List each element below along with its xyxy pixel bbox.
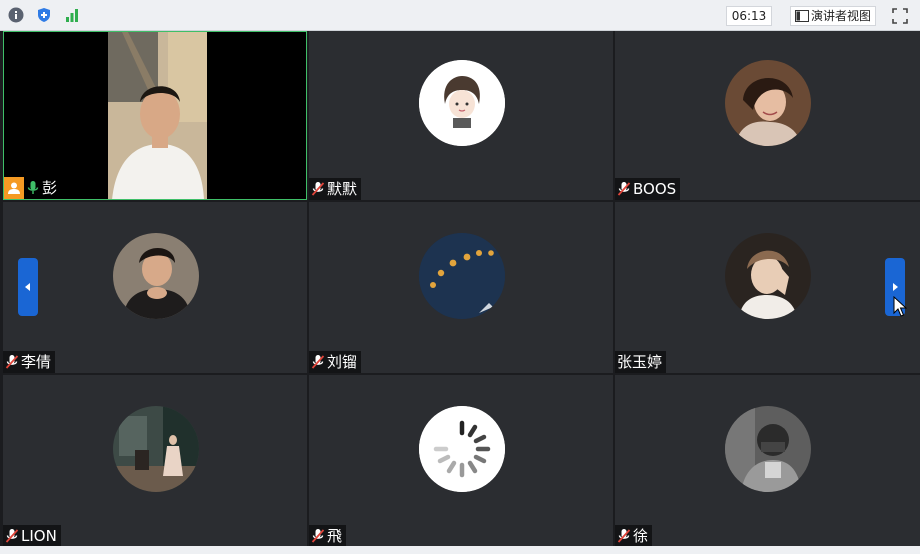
participant-tile[interactable]: 李倩 bbox=[3, 202, 307, 373]
participant-avatar bbox=[419, 406, 505, 492]
mic-muted-icon bbox=[311, 355, 325, 369]
chevron-left-icon bbox=[25, 283, 30, 291]
participant-avatar bbox=[419, 233, 505, 319]
previous-page-button[interactable] bbox=[18, 258, 38, 316]
shield-icon[interactable] bbox=[36, 7, 52, 23]
bottom-toolbar-edge bbox=[0, 546, 920, 554]
participant-avatar bbox=[725, 406, 811, 492]
mic-muted-icon bbox=[5, 355, 19, 369]
participant-tile[interactable]: 飛 bbox=[309, 375, 613, 547]
mic-muted-icon bbox=[5, 529, 19, 543]
participant-avatar bbox=[113, 233, 199, 319]
layout-icon bbox=[795, 10, 809, 22]
participant-tile[interactable]: 刘镏 bbox=[309, 202, 613, 373]
participant-name: 张玉婷 bbox=[617, 353, 663, 371]
participant-grid: 彭 默默 BOOS 李倩 刘镏 张玉婷 LION 飛 徐 bbox=[0, 31, 920, 554]
mic-muted-icon bbox=[617, 529, 631, 543]
mic-muted-icon bbox=[617, 182, 631, 196]
participant-name-bar: 默默 bbox=[309, 178, 362, 200]
participant-name: BOOS bbox=[633, 180, 677, 198]
participant-tile[interactable]: BOOS bbox=[615, 31, 920, 200]
host-badge-icon bbox=[4, 177, 24, 199]
participant-name: 刘镏 bbox=[327, 353, 358, 371]
participant-name-bar: 张玉婷 bbox=[615, 351, 667, 373]
participant-name: 彭 bbox=[42, 179, 58, 197]
participant-name: 徐 bbox=[633, 527, 649, 545]
participant-name-bar: 彭 bbox=[4, 177, 62, 199]
participant-tile-active[interactable]: 彭 bbox=[3, 31, 307, 200]
info-icon[interactable] bbox=[8, 7, 24, 23]
participant-name-bar: 李倩 bbox=[3, 351, 56, 373]
participant-name: LION bbox=[21, 527, 57, 545]
mouse-cursor-icon bbox=[893, 296, 907, 317]
participant-name-bar: 刘镏 bbox=[309, 351, 362, 373]
speaker-view-button[interactable]: 演讲者视图 bbox=[790, 6, 876, 26]
participant-name: 李倩 bbox=[21, 353, 52, 371]
participant-tile[interactable]: LION bbox=[3, 375, 307, 547]
participant-tile[interactable]: 张玉婷 bbox=[615, 202, 920, 373]
mic-on-icon bbox=[27, 181, 39, 194]
participant-tile[interactable]: 默默 bbox=[309, 31, 613, 200]
meeting-toolbar: 06:13 演讲者视图 bbox=[0, 0, 920, 31]
participant-name-bar: BOOS bbox=[615, 178, 681, 200]
participant-name-bar: 徐 bbox=[615, 525, 653, 547]
mic-muted-icon bbox=[311, 182, 325, 196]
signal-strength-icon[interactable] bbox=[64, 7, 80, 23]
meeting-timer: 06:13 bbox=[726, 6, 772, 26]
fullscreen-icon[interactable] bbox=[891, 7, 909, 25]
participant-avatar bbox=[725, 233, 811, 319]
participant-name-bar: 飛 bbox=[309, 525, 347, 547]
participant-name-bar: LION bbox=[3, 525, 61, 547]
participant-tile[interactable]: 徐 bbox=[615, 375, 920, 547]
participant-name: 飛 bbox=[327, 527, 343, 545]
mic-muted-icon bbox=[311, 529, 325, 543]
participant-name: 默默 bbox=[327, 180, 358, 198]
speaker-view-label: 演讲者视图 bbox=[811, 9, 872, 23]
participant-avatar bbox=[419, 60, 505, 146]
participant-video bbox=[108, 32, 207, 199]
participant-avatar bbox=[113, 406, 199, 492]
participant-avatar bbox=[725, 60, 811, 146]
